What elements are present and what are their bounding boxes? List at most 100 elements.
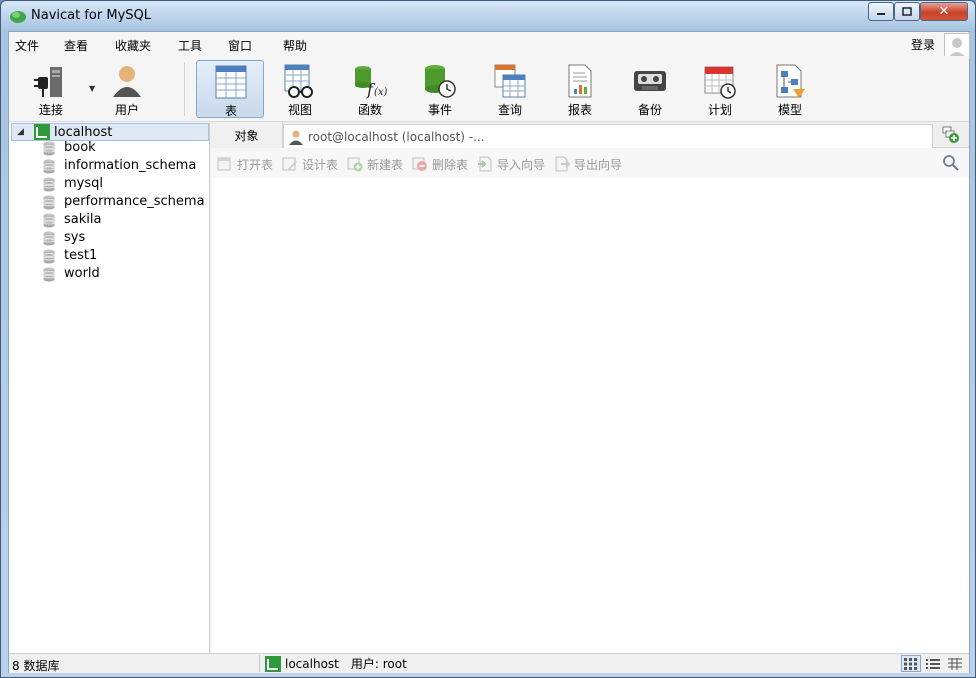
list-view-icon: [926, 658, 940, 669]
new-table-label: 新建表: [367, 157, 404, 172]
object-list-area[interactable]: [211, 178, 969, 653]
user-icon: [289, 130, 303, 145]
collapse-arrow-icon[interactable]: ◢: [17, 127, 24, 137]
client-area: 文件 查看 收藏夹 工具 窗口 帮助 登录 连接 ▼ 用户 表 视图 f (x)…: [8, 31, 970, 673]
tree-item-localhost[interactable]: ◢ localhost: [11, 123, 209, 141]
maximize-icon: [902, 7, 912, 16]
table-button[interactable]: 表: [196, 60, 264, 118]
list-view-button[interactable]: [923, 655, 943, 672]
query-button[interactable]: 查询: [476, 60, 544, 118]
main-toolbar: 连接 ▼ 用户 表 视图 f (x) 函数 事件 查询 报表 备份 计划 模型: [9, 56, 969, 122]
login-link[interactable]: 登录: [911, 36, 935, 53]
report-button[interactable]: 报表: [546, 60, 614, 118]
plug-icon: [34, 67, 62, 97]
tree-item-label: book: [64, 140, 96, 155]
database-icon: [43, 195, 55, 210]
view-button[interactable]: 视图: [266, 60, 334, 118]
model-label: 模型: [777, 103, 802, 117]
open-table-button[interactable]: 打开表: [217, 155, 273, 173]
status-bar: 8 数据库 localhost 用户: root: [9, 653, 969, 673]
delete-table-label: 删除表: [432, 157, 469, 172]
glasses-table-icon: [284, 64, 313, 98]
detail-view-button[interactable]: [945, 655, 965, 672]
schedule-button[interactable]: 计划: [686, 60, 754, 118]
open-table-icon: [217, 157, 231, 171]
tree-item-database[interactable]: sys: [9, 230, 209, 248]
model-button[interactable]: 模型: [756, 60, 824, 118]
database-count: 8 数据库: [12, 659, 60, 673]
grid-view-button[interactable]: [901, 655, 921, 672]
database-icon: [43, 141, 55, 156]
export-icon: [555, 156, 570, 172]
design-table-icon: [282, 157, 297, 171]
tree-item-label: sakila: [64, 212, 102, 227]
menu-file[interactable]: 文件: [15, 37, 39, 54]
backup-label: 备份: [637, 103, 662, 117]
tree-item-database[interactable]: performance_schema: [9, 194, 209, 212]
title-bar[interactable]: Navicat for MySQL ✕: [1, 1, 975, 31]
function-button[interactable]: f (x) 函数: [336, 60, 404, 118]
design-table-label: 设计表: [302, 157, 339, 172]
export-wizard-button[interactable]: 导出向导: [554, 155, 622, 173]
new-tab-icon[interactable]: [942, 126, 960, 144]
maximize-button[interactable]: [894, 2, 920, 21]
new-table-button[interactable]: 新建表: [347, 155, 403, 173]
tree-item-label: performance_schema: [64, 194, 205, 209]
event-button[interactable]: 事件: [406, 60, 474, 118]
query-label: 查询: [497, 103, 522, 117]
report-icon: [568, 64, 592, 98]
menu-window[interactable]: 窗口: [228, 37, 252, 54]
menu-tools[interactable]: 工具: [178, 37, 202, 54]
user-icon: [113, 66, 141, 97]
status-user: 用户: root: [350, 657, 407, 671]
calendar-clock-icon: [704, 66, 736, 99]
menu-view[interactable]: 查看: [64, 37, 88, 54]
navicat-logo-icon: [10, 11, 26, 23]
user-button[interactable]: 用户: [93, 60, 161, 118]
tab-connection[interactable]: root@localhost (localhost) -...: [283, 124, 933, 148]
tab-objects[interactable]: 对象: [211, 122, 283, 148]
status-host: localhost: [285, 656, 339, 671]
minimize-button[interactable]: [868, 2, 894, 21]
function-label: 函数: [357, 103, 382, 117]
import-icon: [478, 156, 492, 172]
tab-connection-label: root@localhost (localhost) -...: [308, 129, 485, 144]
database-icon: [43, 213, 55, 228]
connect-button[interactable]: 连接: [17, 60, 85, 118]
status-connection: localhost 用户: root: [265, 655, 407, 672]
tab-objects-label: 对象: [234, 128, 259, 143]
delete-table-icon: [412, 157, 427, 171]
tree-item-database[interactable]: information_schema: [9, 158, 209, 176]
tree-item-database[interactable]: mysql: [9, 176, 209, 194]
menu-favorites[interactable]: 收藏夹: [115, 37, 151, 54]
report-label: 报表: [567, 103, 592, 117]
new-table-icon: [347, 157, 363, 172]
tree-item-database[interactable]: test1: [9, 248, 209, 266]
clock-db-icon: [425, 65, 456, 98]
database-icon: [43, 159, 55, 174]
close-button[interactable]: ✕: [920, 2, 968, 21]
tab-strip: 对象 root@localhost (localhost) -...: [211, 122, 969, 148]
search-icon[interactable]: [942, 154, 960, 172]
design-table-button[interactable]: 设计表: [282, 155, 338, 173]
event-label: 事件: [427, 103, 452, 117]
import-wizard-button[interactable]: 导入向导: [477, 155, 545, 173]
export-wizard-label: 导出向导: [574, 157, 623, 172]
table-icon: [215, 65, 247, 99]
app-window: Navicat for MySQL ✕ 文件 查看 收藏夹 工具 窗口 帮助 登…: [0, 0, 976, 678]
backup-button[interactable]: 备份: [616, 60, 684, 118]
database-icon: [43, 177, 55, 192]
tree-item-database[interactable]: book: [9, 140, 209, 158]
import-wizard-label: 导入向导: [497, 157, 546, 172]
user-avatar-icon: [948, 38, 966, 58]
menu-bar: 文件 查看 收藏夹 工具 窗口 帮助 登录: [9, 32, 970, 59]
tree-item-database[interactable]: sakila: [9, 212, 209, 230]
delete-table-button[interactable]: 删除表: [412, 155, 468, 173]
database-icon: [43, 267, 55, 282]
tree-item-label: mysql: [64, 176, 103, 191]
window-title: Navicat for MySQL: [31, 8, 151, 23]
tree-item-database[interactable]: world: [9, 266, 209, 284]
menu-help[interactable]: 帮助: [283, 37, 307, 54]
schedule-label: 计划: [707, 103, 732, 117]
table-label: 表: [224, 104, 237, 118]
